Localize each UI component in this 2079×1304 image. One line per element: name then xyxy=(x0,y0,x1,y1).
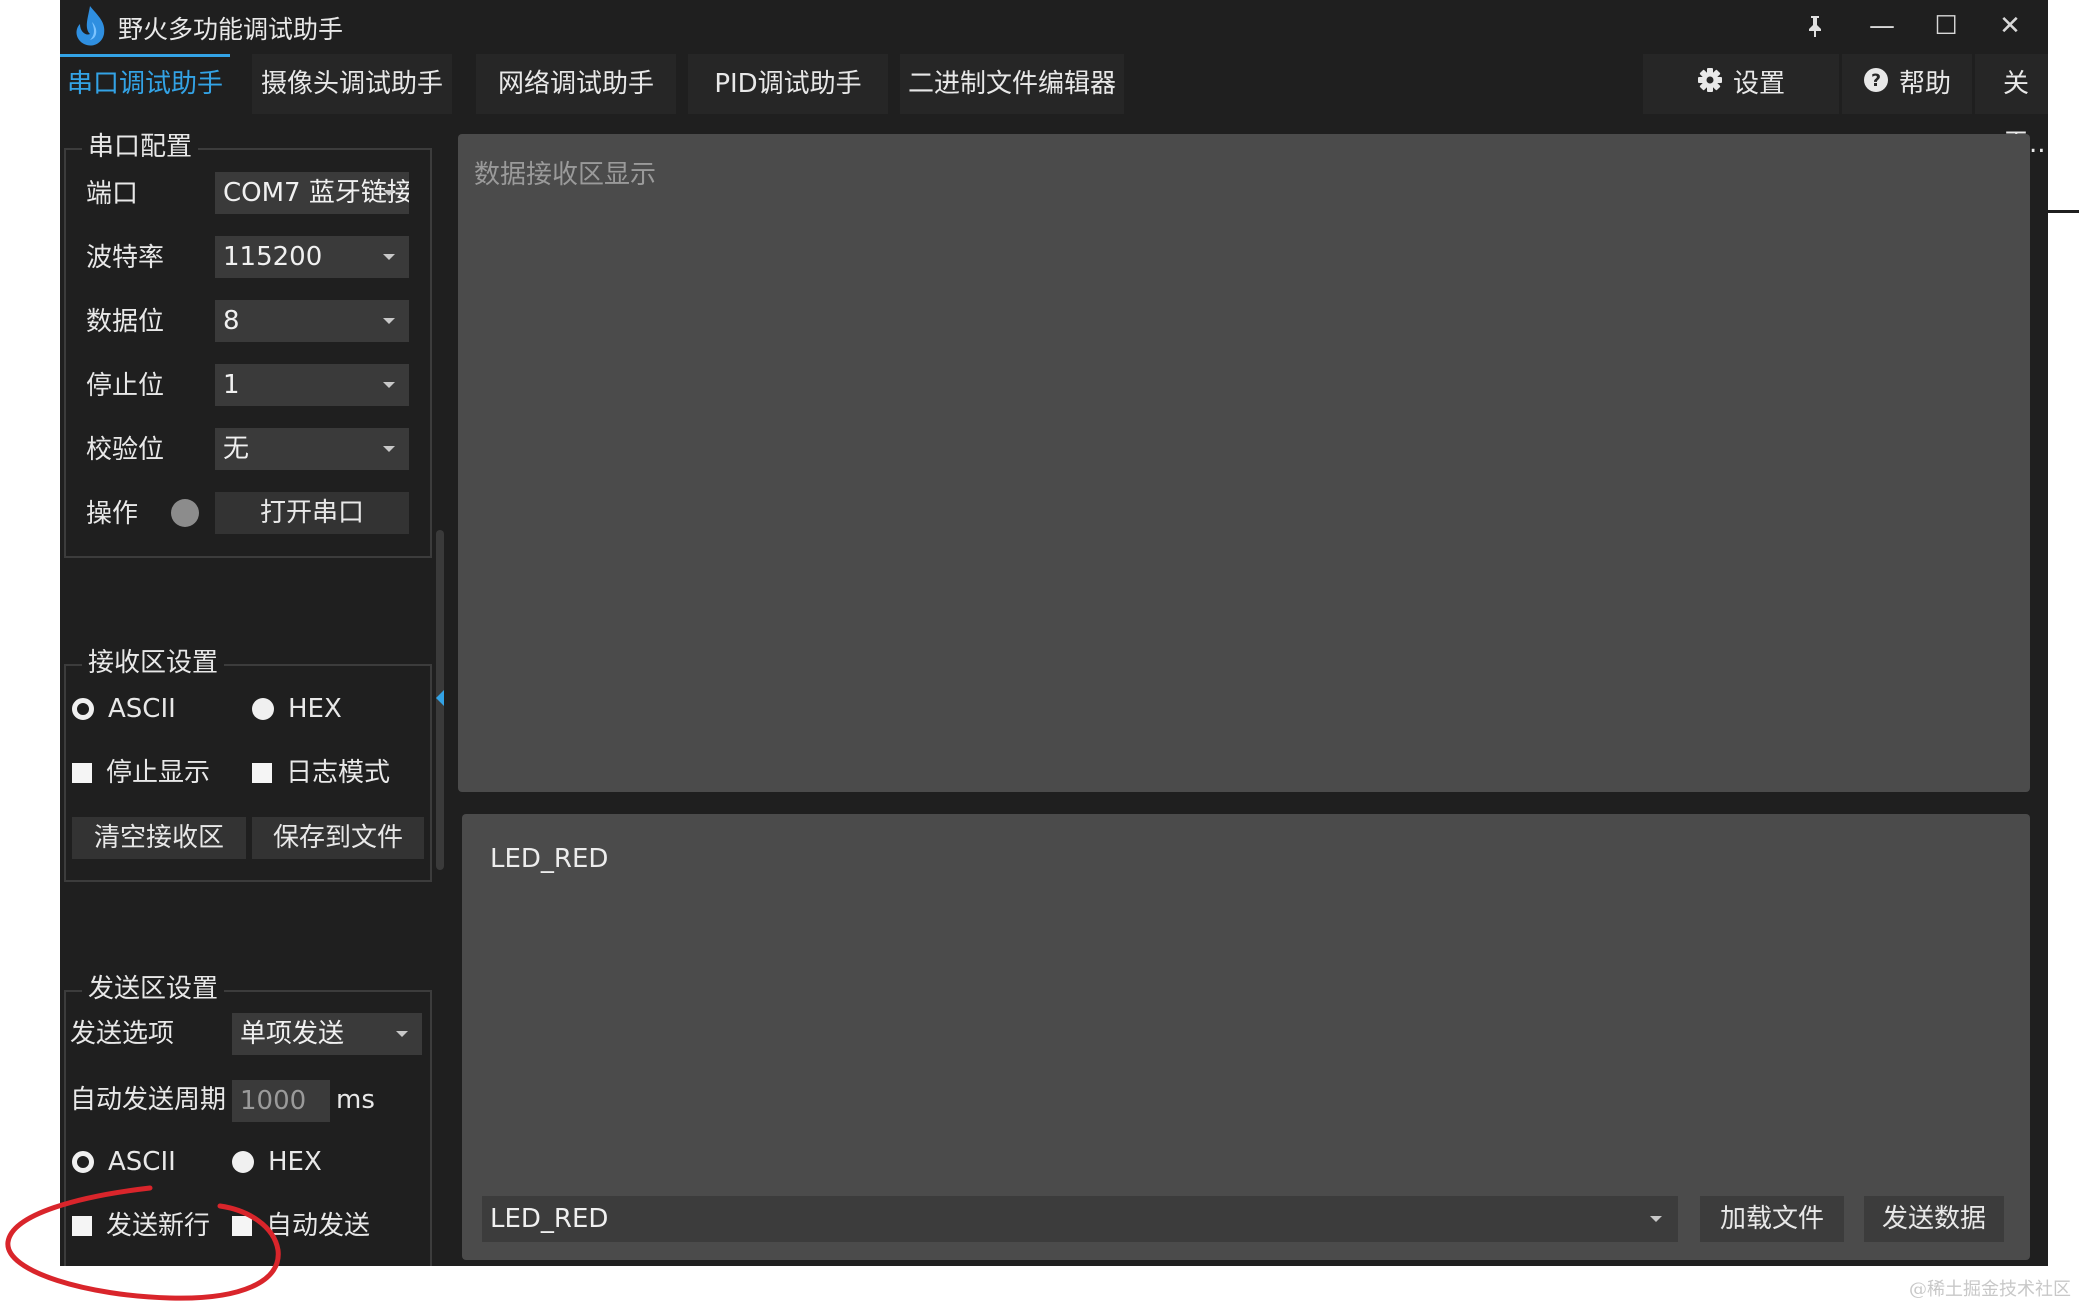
log-mode-label: 日志模式 xyxy=(286,758,391,788)
maximize-button[interactable]: ☐ xyxy=(1926,6,1966,46)
receive-hex-label: HEX xyxy=(288,694,342,724)
tab-pid[interactable]: PID调试助手 xyxy=(688,54,888,114)
port-select[interactable]: COM7 蓝牙链接上的标准串行 xyxy=(215,172,409,214)
chevron-down-icon xyxy=(383,318,395,324)
send-option-label: 发送选项 xyxy=(70,1019,175,1049)
chevron-down-icon xyxy=(383,190,395,196)
send-content: LED_RED xyxy=(490,844,609,874)
watermark: @稀土掘金技术社区 xyxy=(1909,1279,2071,1300)
help-icon: ? xyxy=(1863,55,1889,115)
tab-help[interactable]: ? 帮助 xyxy=(1842,54,1972,114)
send-hex-radio[interactable] xyxy=(232,1151,254,1173)
app-window: 野火多功能调试助手 — ☐ ✕ 串口调试助手 摄像头调试助手 网络调试助手 PI… xyxy=(60,0,2048,1266)
receive-ascii-label: ASCII xyxy=(108,694,176,724)
send-area[interactable]: LED_RED LED_RED 加载文件 发送数据 xyxy=(462,814,2030,1260)
receive-ascii-radio[interactable] xyxy=(72,698,94,720)
close-button[interactable]: ✕ xyxy=(1990,6,2030,46)
auto-period-label: 自动发送周期 xyxy=(70,1085,227,1115)
databits-value: 8 xyxy=(223,306,240,336)
receive-placeholder: 数据接收区显示 xyxy=(474,160,657,190)
window-title: 野火多功能调试助手 xyxy=(118,15,344,44)
send-history-value: LED_RED xyxy=(490,1204,609,1234)
tab-bar: 串口调试助手 摄像头调试助手 网络调试助手 PID调试助手 二进制文件编辑器 设… xyxy=(60,54,2048,159)
stop-display-label: 停止显示 xyxy=(106,758,211,788)
tab-network[interactable]: 网络调试助手 xyxy=(476,54,676,114)
baud-value: 115200 xyxy=(223,242,323,272)
auto-period-unit: ms xyxy=(336,1085,375,1115)
settings-label: 设置 xyxy=(1732,69,1785,99)
svg-text:?: ? xyxy=(1871,71,1881,91)
chevron-down-icon xyxy=(383,382,395,388)
stopbits-value: 1 xyxy=(223,370,240,400)
adjacent-window-edge xyxy=(2048,0,2079,1266)
tab-about[interactable]: 关于... xyxy=(1975,54,2048,159)
databits-select[interactable]: 8 xyxy=(215,300,409,342)
receive-area[interactable]: 数据接收区显示 xyxy=(458,134,2030,792)
fire-logo-icon xyxy=(76,6,105,46)
chevron-down-icon xyxy=(396,1031,408,1037)
load-file-button[interactable]: 加载文件 xyxy=(1700,1196,1844,1242)
open-port-button[interactable]: 打开串口 xyxy=(215,492,409,534)
pin-icon[interactable] xyxy=(1803,14,1827,38)
help-label: 帮助 xyxy=(1898,69,1951,99)
stop-display-checkbox[interactable] xyxy=(72,763,92,783)
send-ascii-label: ASCII xyxy=(108,1147,176,1177)
title-bar: 野火多功能调试助手 — ☐ ✕ xyxy=(60,0,2048,52)
send-newline-checkbox[interactable] xyxy=(72,1216,92,1236)
clear-receive-button[interactable]: 清空接收区 xyxy=(72,817,246,859)
baud-label: 波特率 xyxy=(86,243,165,273)
stopbits-select[interactable]: 1 xyxy=(215,364,409,406)
send-settings-title: 发送区设置 xyxy=(82,974,225,1004)
port-value: COM7 蓝牙链接上的标准串行 xyxy=(223,178,409,208)
serial-config-title: 串口配置 xyxy=(82,132,199,162)
chevron-down-icon xyxy=(383,446,395,452)
chevron-down-icon xyxy=(1650,1216,1662,1222)
tab-serial[interactable]: 串口调试助手 xyxy=(60,54,230,114)
send-hex-label: HEX xyxy=(268,1147,322,1177)
save-to-file-button[interactable]: 保存到文件 xyxy=(252,817,424,859)
parity-select[interactable]: 无 xyxy=(215,428,409,470)
gear-icon xyxy=(1697,55,1723,115)
databits-label: 数据位 xyxy=(86,307,165,337)
send-ascii-radio[interactable] xyxy=(72,1151,94,1173)
send-data-button[interactable]: 发送数据 xyxy=(1864,1196,2004,1242)
collapse-arrow-icon[interactable] xyxy=(436,690,444,706)
stopbits-label: 停止位 xyxy=(86,371,165,401)
port-label: 端口 xyxy=(86,179,139,209)
receive-hex-radio[interactable] xyxy=(252,698,274,720)
status-indicator xyxy=(171,499,199,527)
auto-period-input[interactable]: 1000 xyxy=(232,1080,330,1122)
tab-camera[interactable]: 摄像头调试助手 xyxy=(252,54,452,114)
send-option-value: 单项发送 xyxy=(240,1019,345,1049)
parity-label: 校验位 xyxy=(86,435,165,465)
parity-value: 无 xyxy=(223,434,250,464)
minimize-button[interactable]: — xyxy=(1862,6,1902,46)
tab-binary-editor[interactable]: 二进制文件编辑器 xyxy=(900,54,1124,114)
receive-settings-title: 接收区设置 xyxy=(82,648,225,678)
chevron-down-icon xyxy=(383,254,395,260)
action-label: 操作 xyxy=(86,499,139,529)
auto-send-label: 自动发送 xyxy=(266,1211,371,1241)
auto-send-checkbox[interactable] xyxy=(232,1216,252,1236)
tab-settings[interactable]: 设置 xyxy=(1643,54,1839,114)
send-newline-label: 发送新行 xyxy=(106,1211,211,1241)
baud-select[interactable]: 115200 xyxy=(215,236,409,278)
log-mode-checkbox[interactable] xyxy=(252,763,272,783)
send-history-select[interactable]: LED_RED xyxy=(482,1196,1678,1242)
send-option-select[interactable]: 单项发送 xyxy=(232,1013,422,1055)
